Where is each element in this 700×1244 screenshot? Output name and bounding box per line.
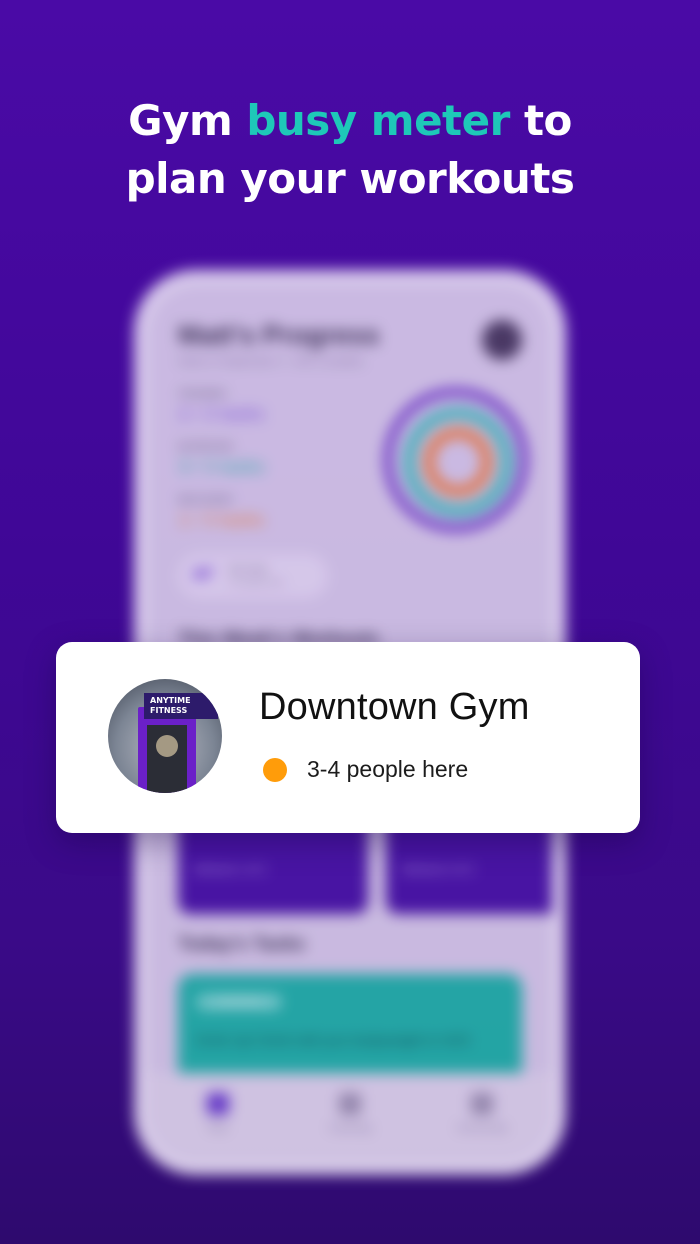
ring-recovery <box>424 428 492 496</box>
task-text: Drink Up! Drink half your bodyweight in … <box>196 1032 471 1048</box>
bottom-nav: Plan Coaching Community <box>148 1073 552 1161</box>
metric-value: 3 / 3 tasks <box>178 457 265 478</box>
gym-chip[interactable]: AF Your Gym 3-4 people here <box>178 554 328 598</box>
nav-label: Community <box>456 1123 508 1134</box>
community-icon <box>471 1093 493 1115</box>
nav-plan[interactable]: Plan <box>178 1093 258 1134</box>
busy-status-dot <box>263 758 287 782</box>
headline-text: Gym <box>128 96 247 145</box>
headline-accent: busy meter <box>246 96 510 145</box>
headline: Gym busy meter to plan your workouts <box>0 92 700 208</box>
busy-status-text: 3-4 people here <box>307 756 469 782</box>
task-tag-label: NUTRITION <box>217 997 261 1006</box>
headline-line-1: Gym busy meter to <box>0 92 700 150</box>
nav-coaching[interactable]: Coaching <box>310 1093 390 1134</box>
gym-logo-icon: AF <box>192 566 214 583</box>
gym-sign: ANYTIME FITNESS <box>144 693 218 719</box>
metric-label: RECOVERY <box>178 495 234 506</box>
nav-community[interactable]: Community <box>442 1093 522 1134</box>
chat-icon <box>339 1093 361 1115</box>
headline-text-end: to <box>509 96 572 145</box>
gym-name: Downtown Gym <box>259 686 530 728</box>
metric-value: 1 / 3 tasks <box>178 510 265 531</box>
workout-label: Workout 1 of 3 <box>194 864 266 876</box>
nav-label: Coaching <box>328 1123 372 1134</box>
task-tag: NUTRITION <box>196 994 282 1010</box>
gym-photo: ANYTIME FITNESS <box>108 679 222 793</box>
gym-chip-status: 3-4 people here <box>228 578 285 587</box>
section-tasks: Today's Tasks <box>178 934 306 955</box>
gym-light <box>156 735 178 757</box>
metric-label: TRAINING <box>178 389 227 400</box>
metric-value: 2 / 3 tasks <box>178 404 265 425</box>
metric-nutrition: NUTRITION 3 / 3 tasks <box>178 442 265 479</box>
headline-line-2: plan your workouts <box>125 154 575 203</box>
nav-label: Plan <box>207 1123 228 1134</box>
metric-label: NUTRITION <box>178 442 233 453</box>
avatar <box>482 320 522 360</box>
workout-label: Workout 2 of 3 <box>402 864 474 876</box>
gym-busy-card[interactable]: ANYTIME FITNESS Downtown Gym 3-4 people … <box>56 642 640 833</box>
gym-chip-name: Your Gym <box>228 564 268 574</box>
progress-title: Matt's Progress <box>178 320 380 350</box>
plan-icon <box>207 1093 229 1115</box>
progress-subtitle: Week of September 4 · 60% complete <box>178 356 364 368</box>
metric-recovery: RECOVERY 1 / 3 tasks <box>178 495 265 532</box>
metric-training: TRAINING 2 / 3 tasks <box>178 389 265 426</box>
